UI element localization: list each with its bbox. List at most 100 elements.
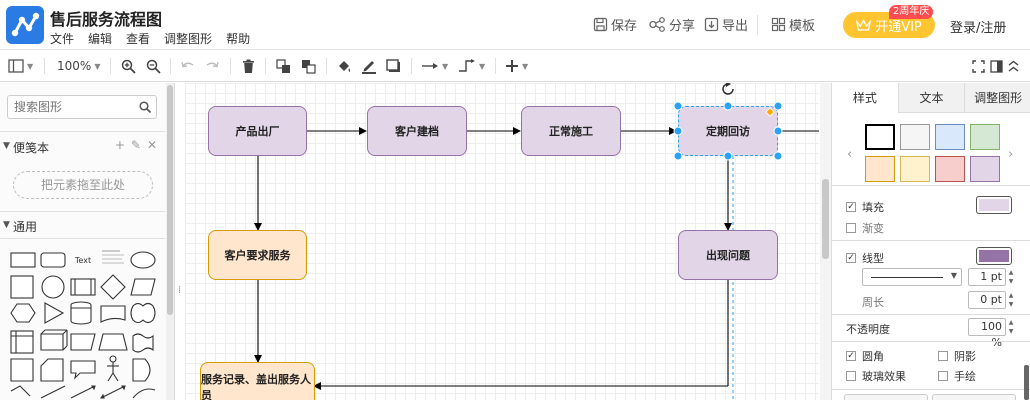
line-width-stepper[interactable]: ▲ ▼ [1007, 268, 1015, 286]
circle-shape[interactable] [41, 275, 65, 299]
swatch-prev-icon[interactable]: ‹ [847, 147, 852, 162]
menu-file[interactable]: 文件 [50, 30, 74, 47]
diamond-shape[interactable] [100, 274, 126, 300]
document-title[interactable]: 售后服务流程图 [50, 6, 162, 30]
fill-color-button[interactable] [337, 58, 352, 74]
redo-button[interactable] [205, 58, 220, 74]
opacity-input[interactable]: 100 % [968, 318, 1006, 349]
template-button[interactable]: 模板 [771, 15, 815, 34]
fill-color-picker[interactable] [976, 196, 1012, 214]
gradient-checkbox[interactable] [846, 223, 856, 233]
to-back-button[interactable] [301, 58, 317, 74]
rounded-rectangle-shape[interactable] [40, 252, 66, 268]
cube-shape[interactable] [40, 333, 64, 351]
delete-button[interactable] [242, 58, 255, 74]
edit-style-button[interactable] [844, 394, 928, 400]
swatch-next-icon[interactable]: › [1008, 147, 1013, 162]
menu-edit[interactable]: 编辑 [88, 30, 112, 47]
swatch-purple[interactable] [970, 156, 1000, 182]
text-shape[interactable]: Text [74, 256, 91, 265]
swatch-orange[interactable] [865, 156, 895, 182]
hexagon-shape[interactable] [10, 303, 36, 323]
tape-shape[interactable] [132, 333, 154, 353]
app-logo[interactable] [6, 6, 44, 44]
to-front-button[interactable] [276, 58, 292, 74]
glass-checkbox[interactable] [846, 371, 856, 381]
rectangle-shape[interactable] [10, 252, 36, 268]
node-problem-occurs[interactable]: 出现问题 [678, 230, 778, 280]
tab-style[interactable]: 样式 [832, 83, 898, 113]
save-button[interactable]: 保存 [593, 15, 637, 34]
ellipse-shape[interactable] [130, 251, 156, 269]
delay-shape[interactable] [132, 358, 151, 382]
callout-shape[interactable] [70, 360, 96, 380]
format-panel-scrollbar[interactable] [1024, 365, 1029, 400]
swatch-yellow[interactable] [900, 156, 930, 182]
edit-pencil-icon[interactable]: ✎ [131, 138, 141, 152]
scrollbar-thumb[interactable] [822, 179, 829, 259]
curve-shape[interactable] [10, 385, 31, 397]
fullscreen-button[interactable] [972, 58, 985, 74]
panel-resize-handle[interactable]: ⁞ [178, 285, 181, 296]
general-shapes-header[interactable]: ▼ 通用 [0, 214, 165, 238]
zoom-dropdown[interactable]: 100% ▼ [57, 58, 100, 74]
fill-checkbox[interactable]: ✓ [846, 202, 856, 212]
zoom-in-button[interactable] [121, 58, 136, 74]
node-customer-record[interactable]: 客户建档 [367, 106, 467, 156]
line-checkbox[interactable]: ✓ [846, 253, 856, 263]
undo-button[interactable] [180, 58, 195, 74]
add-icon[interactable]: + [115, 138, 125, 152]
waypoints-dropdown[interactable]: ▼ [458, 58, 485, 74]
shadow-checkbox[interactable] [938, 351, 948, 361]
cloud-shape[interactable] [130, 302, 156, 324]
rounded-checkbox[interactable]: ✓ [846, 351, 856, 361]
node-service-record[interactable]: 服务记录、盖出服务人员 [200, 362, 315, 400]
internal-storage-shape[interactable] [10, 330, 34, 354]
cylinder-shape[interactable] [70, 301, 92, 325]
sketch-checkbox[interactable] [938, 371, 948, 381]
close-icon[interactable]: ✕ [147, 138, 157, 152]
search-icon[interactable] [139, 101, 151, 113]
opacity-stepper[interactable]: ▲ ▼ [1007, 318, 1015, 336]
set-default-style-button[interactable] [932, 394, 1016, 400]
actor-shape[interactable] [109, 355, 117, 363]
shadow-button[interactable] [386, 58, 401, 74]
textbox-shape[interactable] [102, 250, 124, 264]
node-customer-service-request[interactable]: 客户要求服务 [208, 230, 307, 280]
shape-search-input[interactable] [14, 100, 134, 114]
insert-dropdown[interactable]: ▼ [505, 58, 528, 74]
menu-view[interactable]: 查看 [126, 30, 150, 47]
format-panel-toggle[interactable] [990, 58, 1003, 74]
tab-arrange[interactable]: 调整图形 [964, 83, 1030, 113]
zoom-out-button[interactable] [146, 58, 161, 74]
diagram-canvas[interactable]: 产品出厂 客户建档 正常施工 定期回访 客户要求服务 出现问题 服务记录、盖出服… [185, 83, 819, 400]
swatch-green[interactable] [970, 124, 1000, 150]
line-pattern-select[interactable]: ▼ [862, 268, 962, 286]
swatch-white[interactable] [865, 124, 895, 150]
node-regular-follow-up[interactable]: 定期回访 [678, 106, 778, 156]
scrollbar-thumb[interactable] [167, 85, 173, 315]
node-product-shipment[interactable]: 产品出厂 [208, 106, 307, 156]
share-button[interactable]: 分享 [649, 15, 695, 34]
menu-arrange[interactable]: 调整图形 [164, 30, 212, 47]
cut-corner-shape[interactable] [40, 358, 64, 382]
connection-style-dropdown[interactable]: ▼ [421, 58, 448, 74]
note-shape[interactable] [10, 358, 34, 382]
login-register-link[interactable]: 登录/注册 [950, 17, 1006, 36]
scratchpad-drop-zone[interactable]: 把元素拖至此处 [13, 171, 153, 199]
menu-help[interactable]: 帮助 [226, 30, 250, 47]
canvas-scrollbar[interactable] [820, 83, 831, 400]
trapezoid-shape[interactable] [98, 333, 128, 351]
panel-toggle-button[interactable]: ▼ [8, 58, 33, 74]
swatch-gray[interactable] [900, 124, 930, 150]
tab-text[interactable]: 文本 [897, 83, 965, 113]
collapse-button[interactable] [1007, 58, 1020, 74]
card-shape[interactable] [70, 333, 96, 351]
export-button[interactable]: 导出 [704, 15, 748, 34]
line-width-input[interactable]: 1 pt [968, 268, 1006, 286]
line-color-picker[interactable] [976, 247, 1012, 265]
scratchpad-header[interactable]: ▼ 便笺本 + ✎ ✕ [0, 135, 165, 159]
perimeter-input[interactable]: 0 pt [968, 291, 1006, 309]
triangle-shape[interactable] [44, 302, 65, 324]
node-normal-construction[interactable]: 正常施工 [521, 106, 621, 156]
